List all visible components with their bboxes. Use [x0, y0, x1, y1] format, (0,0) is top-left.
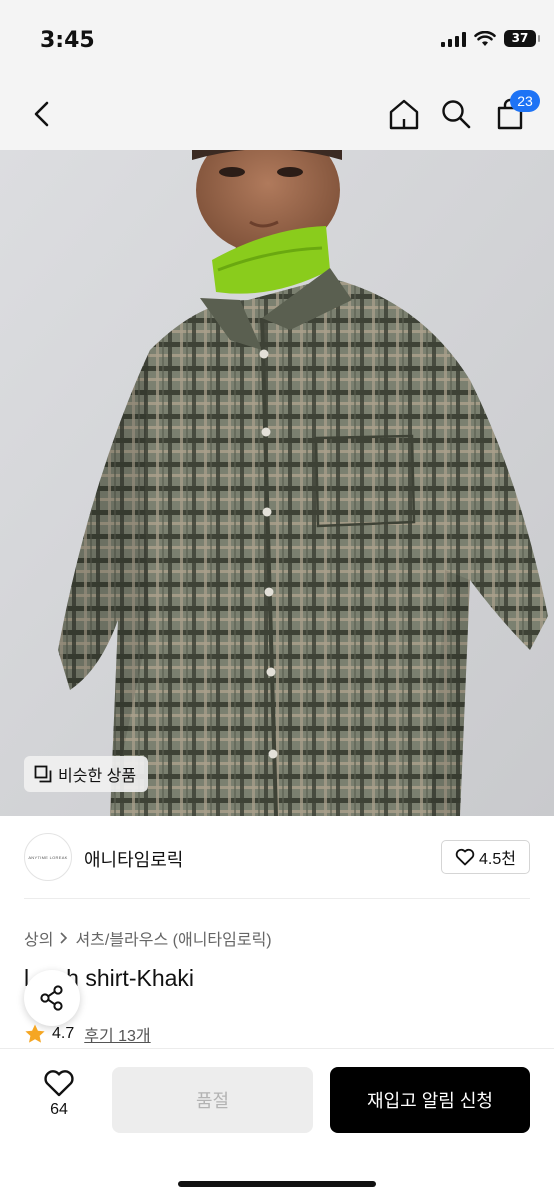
brand-name[interactable]: 애니타임로릭 [84, 846, 183, 872]
star-icon [25, 1024, 45, 1043]
status-bar: 3:45 37 [0, 0, 554, 80]
share-icon [40, 985, 63, 1011]
divider [24, 898, 530, 899]
brand-row: ANYTIME LOREAK 애니타임로릭 4.5천 [0, 816, 554, 900]
rating-row: 4.7 후기 13개 [24, 1022, 151, 1046]
status-icons: 37 [441, 30, 540, 47]
chevron-right-icon [60, 932, 68, 944]
share-button[interactable] [24, 970, 80, 1026]
chevron-left-icon [34, 101, 49, 127]
brand-logo-text: ANYTIME LOREAK [28, 854, 68, 860]
heart-icon [455, 848, 475, 866]
cart-button[interactable]: 23 [488, 90, 540, 136]
heart-icon [44, 1070, 74, 1097]
breadcrumb-subcategory[interactable]: 셔츠/블라우스 (애니타임로릭) [75, 926, 271, 950]
search-icon [442, 100, 471, 129]
top-nav-bar: 23 [0, 80, 554, 150]
similar-products-label: 비슷한 상품 [58, 768, 137, 785]
signal-icon [441, 31, 466, 47]
soldout-button: 품절 [112, 1067, 313, 1133]
wishlist-count: 64 [50, 1101, 68, 1118]
review-count-link[interactable]: 후기 13개 [84, 1022, 150, 1046]
back-button[interactable] [20, 92, 64, 136]
cart-count-badge: 23 [510, 90, 540, 112]
brand-logo[interactable]: ANYTIME LOREAK [24, 833, 72, 881]
home-button[interactable] [382, 92, 426, 136]
wishlist-button[interactable]: 64 [30, 1069, 88, 1133]
product-photo [0, 150, 554, 816]
similar-icon [34, 765, 52, 783]
category-breadcrumb: 상의 셔츠/블라우스 (애니타임로릭) [24, 926, 272, 950]
home-indicator [178, 1181, 376, 1187]
brand-like-count: 4.5천 [479, 851, 516, 868]
battery-icon: 37 [504, 30, 540, 47]
wifi-icon [474, 30, 496, 46]
home-icon [389, 99, 419, 130]
restock-alert-button[interactable]: 재입고 알림 신청 [330, 1067, 530, 1133]
status-time: 3:45 [40, 28, 95, 53]
brand-like-button[interactable]: 4.5천 [441, 840, 530, 874]
similar-products-button[interactable]: 비슷한 상품 [24, 756, 149, 792]
rating-value: 4.7 [52, 1025, 75, 1042]
bottom-action-bar: 64 품절 재입고 알림 신청 [0, 1048, 554, 1200]
search-button[interactable] [434, 92, 478, 136]
product-image[interactable]: 비슷한 상품 [0, 150, 554, 816]
breadcrumb-category[interactable]: 상의 [24, 926, 53, 950]
